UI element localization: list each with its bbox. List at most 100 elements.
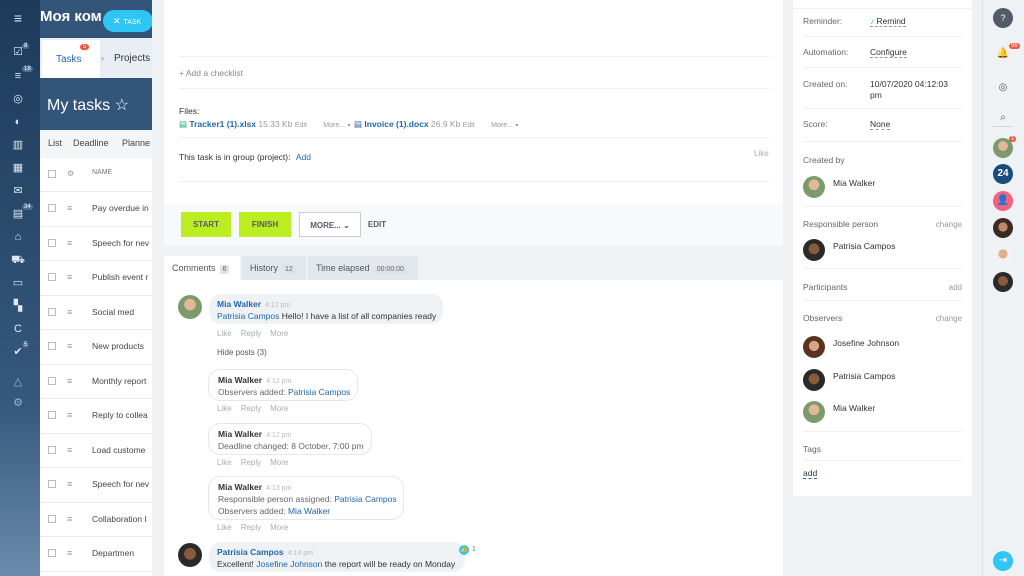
comment-author[interactable]: Mia Walker [218, 482, 262, 492]
responsible-name[interactable]: Patrisia Campos [833, 241, 895, 251]
comment-author[interactable]: Mia Walker [217, 299, 261, 309]
hide-posts-link[interactable]: Hide posts (3) [217, 348, 267, 357]
avatar[interactable] [803, 239, 825, 261]
row-checkbox[interactable] [48, 376, 56, 385]
more-button[interactable]: MORE... ⌄ [299, 212, 361, 237]
reply-link[interactable]: Reply [241, 404, 261, 413]
reply-link[interactable]: Reply [241, 329, 261, 338]
globe-icon[interactable]: ◐ [11, 116, 25, 128]
avatar[interactable] [178, 295, 202, 319]
task-name[interactable]: Load custome [92, 445, 145, 455]
drag-handle-icon[interactable]: ≡ [67, 203, 72, 213]
drag-handle-icon[interactable]: ≡ [67, 307, 72, 317]
subtab-planner[interactable]: Planne [122, 138, 150, 148]
tab-tasks[interactable]: Tasks 5 [42, 40, 100, 78]
mention-link[interactable]: Patrisia Campos [334, 494, 396, 504]
row-checkbox[interactable] [48, 238, 56, 247]
c-icon[interactable]: C [11, 323, 25, 335]
like-link[interactable]: Like [217, 523, 232, 532]
observer-name[interactable]: Patrisia Campos [833, 371, 895, 381]
table-row[interactable]: ≡ Load custome [40, 434, 152, 468]
row-checkbox[interactable] [48, 411, 56, 419]
file-edit-link[interactable]: Edit [295, 122, 307, 129]
created-by-name[interactable]: Mia Walker [833, 178, 875, 188]
start-button[interactable]: START [181, 212, 231, 237]
file-more-link[interactable]: More... [323, 122, 345, 129]
like-link[interactable]: Like [217, 404, 232, 413]
mention-link[interactable]: Josefine Johnson [256, 559, 322, 569]
subtab-deadline[interactable]: Deadline [73, 138, 109, 148]
window-icon[interactable]: ▭ [11, 277, 25, 289]
task-name[interactable]: Speech for nev [92, 479, 149, 489]
row-checkbox[interactable] [48, 204, 56, 212]
table-row[interactable]: ≡ Departmen [40, 537, 152, 572]
apps-icon[interactable]: ▚ [11, 300, 25, 312]
tab-history[interactable]: History 12 [242, 256, 306, 280]
row-checkbox[interactable] [48, 342, 56, 350]
task-name[interactable]: Publish event r [92, 272, 148, 282]
table-row[interactable]: ≡ New products [40, 330, 152, 365]
task-name[interactable]: New products [92, 341, 144, 351]
tab-projects[interactable]: Projects [114, 53, 150, 64]
group-add-link[interactable]: Add [296, 152, 311, 162]
table-row[interactable]: ≡ Social med [40, 296, 152, 330]
row-checkbox[interactable] [48, 514, 56, 523]
drag-handle-icon[interactable]: ≡ [67, 376, 72, 386]
file-name[interactable]: Tracker1 (1).xlsx [189, 119, 256, 129]
row-checkbox[interactable] [48, 549, 56, 557]
drive-icon[interactable]: ▤ [11, 208, 25, 220]
more-link[interactable]: More [270, 458, 288, 467]
comment-author[interactable]: Mia Walker [218, 375, 262, 385]
drag-handle-icon[interactable]: ≡ [67, 479, 72, 489]
avatar[interactable] [993, 218, 1013, 238]
tab-comments[interactable]: Comments 6 [164, 256, 240, 280]
more-link[interactable]: More [270, 404, 288, 413]
avatar[interactable] [803, 401, 825, 423]
table-row[interactable]: ≡ Collaboration I [40, 503, 152, 537]
avatar[interactable] [993, 272, 1013, 292]
avatar[interactable] [803, 336, 825, 358]
drag-handle-icon[interactable]: ≡ [67, 272, 72, 282]
target-icon[interactable]: ◎ [11, 93, 25, 105]
mention-link[interactable]: Patrisia Campos [288, 387, 350, 397]
table-row[interactable]: ≡ Speech for nev [40, 227, 152, 261]
drag-handle-icon[interactable]: ≡ [67, 238, 72, 248]
file-more-link[interactable]: More... [491, 122, 513, 129]
drag-handle-icon[interactable]: ≡ [67, 341, 72, 351]
menu-icon[interactable]: ≡ [11, 11, 25, 25]
drag-handle-icon[interactable]: ≡ [67, 548, 72, 558]
calendar-icon[interactable]: ▦ [11, 162, 25, 174]
row-checkbox[interactable] [48, 445, 56, 454]
task-name[interactable]: Departmen [92, 548, 134, 558]
cart-icon[interactable]: ⛟ [11, 254, 25, 266]
task-name[interactable]: Monthly report [92, 376, 146, 386]
score-value[interactable]: None [870, 119, 891, 130]
search-icon[interactable]: ⌕ [993, 108, 1013, 128]
like-link[interactable]: Like [217, 329, 232, 338]
observer-name[interactable]: Mia Walker [833, 403, 875, 413]
mail-icon[interactable]: ✉ [11, 185, 25, 197]
task-name[interactable]: Reply to collea [92, 410, 148, 420]
avatar[interactable] [993, 245, 1013, 265]
avatar[interactable] [178, 543, 202, 567]
avatar[interactable] [803, 369, 825, 391]
table-row[interactable]: ≡ Pay overdue in [40, 192, 152, 227]
task-name[interactable]: Speech for nev [92, 238, 149, 248]
gear-icon[interactable]: ⚙ [67, 169, 74, 178]
observers-change-link[interactable]: change [936, 314, 962, 323]
reminder-value[interactable]: ♪ Remind [870, 16, 906, 27]
bitrix24-icon[interactable]: 24 [993, 164, 1013, 184]
file-name[interactable]: Invoice (1).docx [364, 119, 428, 129]
row-checkbox[interactable] [48, 480, 56, 488]
finish-button[interactable]: FINISH [239, 212, 291, 237]
tab-time-elapsed[interactable]: Time elapsed 00:00:00 [308, 256, 418, 280]
more-link[interactable]: More [270, 523, 288, 532]
table-row[interactable]: ≡ Monthly report [40, 365, 152, 399]
avatar[interactable] [803, 176, 825, 198]
like-link[interactable]: Like [217, 458, 232, 467]
responsible-change-link[interactable]: change [936, 220, 962, 229]
participants-add-link[interactable]: add [949, 283, 962, 292]
user-icon[interactable]: 👤 [993, 191, 1013, 211]
more-link[interactable]: More [270, 329, 288, 338]
drag-handle-icon[interactable]: ≡ [67, 445, 72, 455]
